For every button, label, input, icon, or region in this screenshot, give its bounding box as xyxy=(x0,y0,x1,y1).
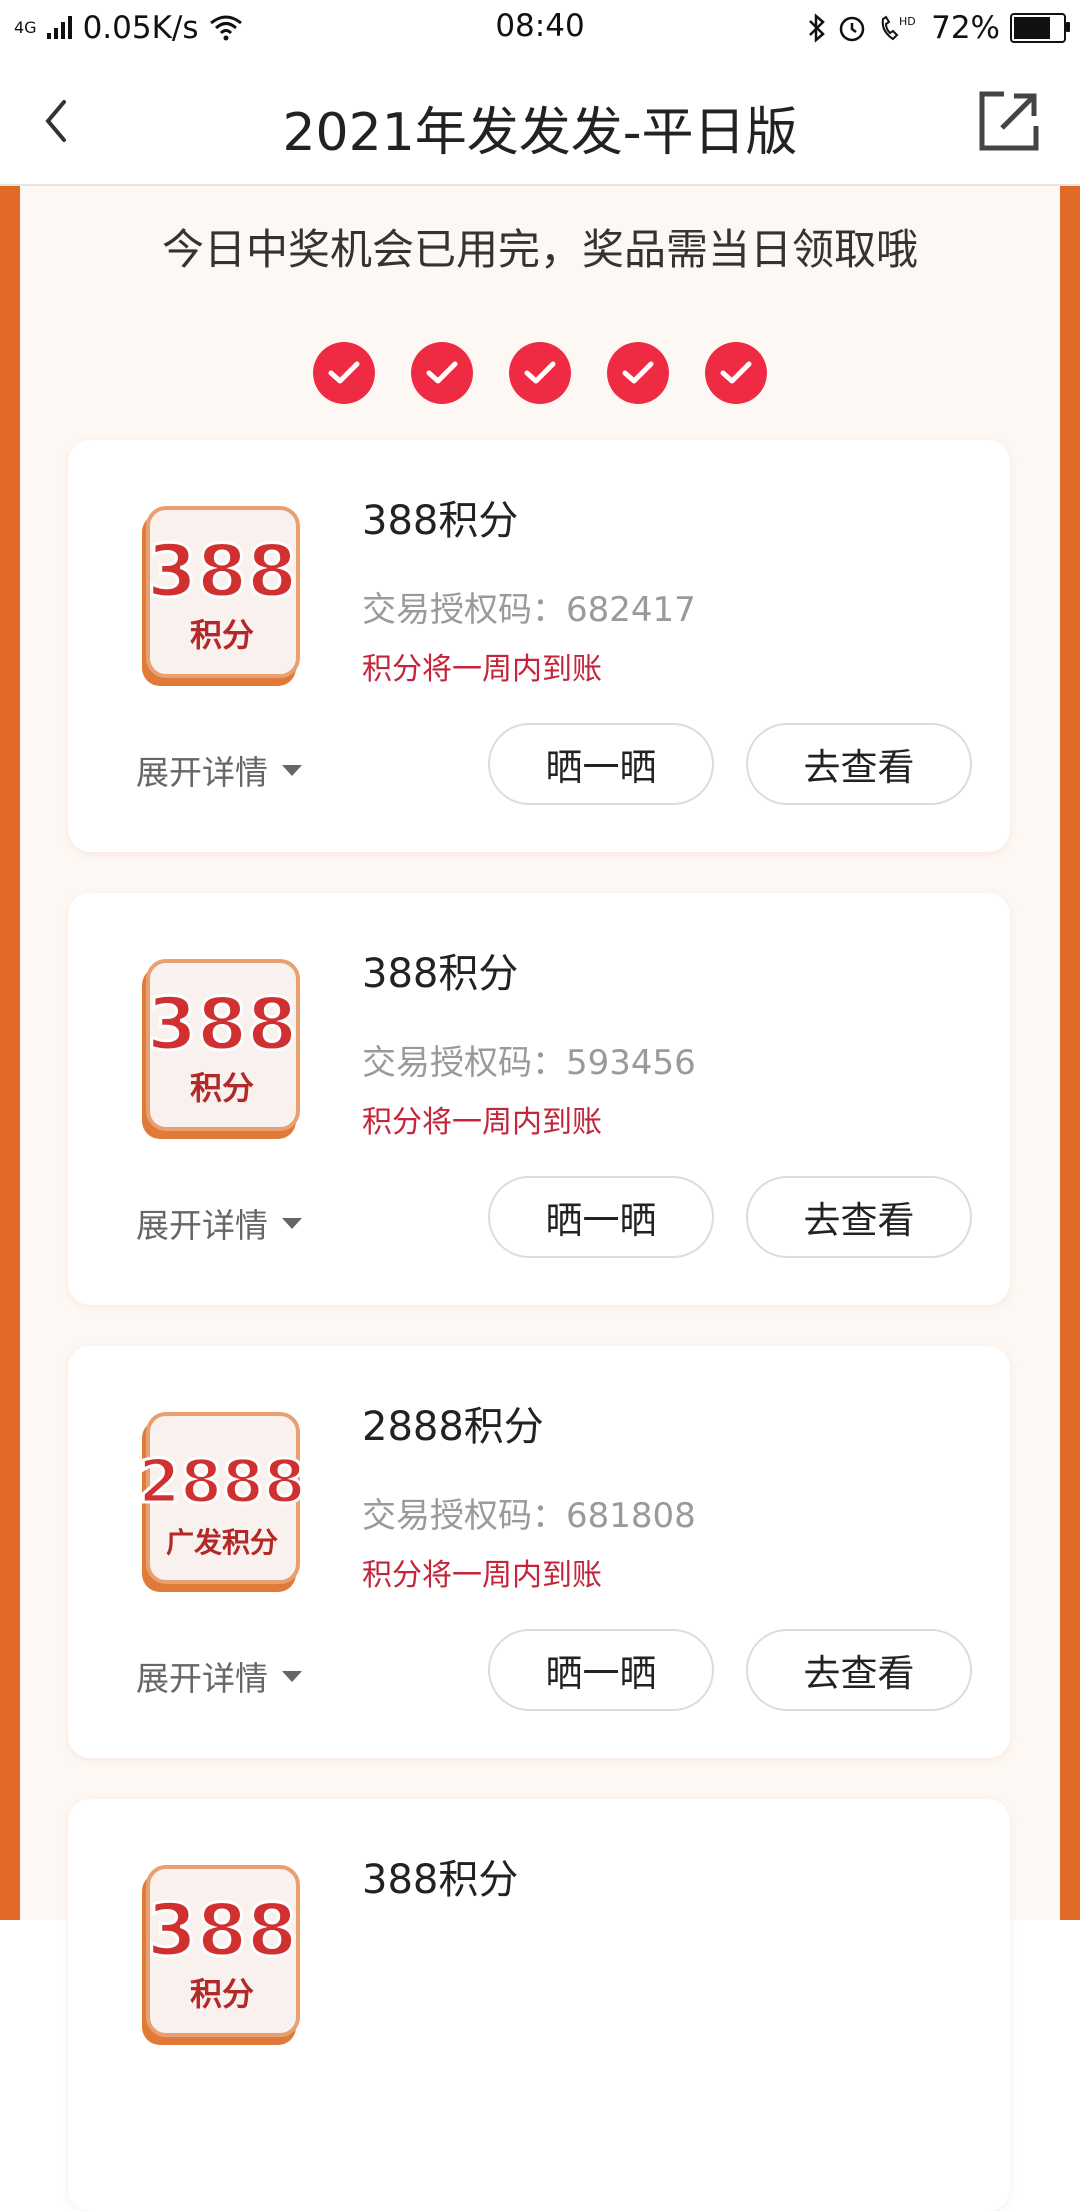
prize-badge-label: 积分 xyxy=(190,1069,254,1107)
prize-name: 2888积分 xyxy=(362,1404,544,1450)
expand-details-toggle[interactable]: 展开详情 xyxy=(136,1199,302,1247)
check-icon xyxy=(313,342,375,404)
prize-card: 388 积分 388积分 交易授权码：593456 积分将一周内到账 展开详情 … xyxy=(68,893,1010,1305)
status-bar: 4G 0.05K/s 08:40 HD 72% xyxy=(0,0,1080,56)
prize-badge-number: 2888 xyxy=(139,1447,306,1517)
prize-card: 388 积分 388积分 xyxy=(68,1799,1010,2211)
prize-name: 388积分 xyxy=(362,951,519,997)
share-prize-button[interactable]: 晒一晒 xyxy=(488,723,714,805)
prize-badge-number: 388 xyxy=(147,982,297,1066)
expand-details-label: 展开详情 xyxy=(136,1659,268,1698)
prize-badge-icon: 388 积分 xyxy=(142,1865,300,2045)
page-title: 2021年发发发-平日版 xyxy=(282,103,798,163)
check-icon xyxy=(607,342,669,404)
view-prize-button[interactable]: 去查看 xyxy=(746,1629,972,1711)
check-icon xyxy=(411,342,473,404)
arrival-note: 积分将一周内到账 xyxy=(362,1105,602,1140)
expand-details-toggle[interactable]: 展开详情 xyxy=(136,746,302,794)
view-prize-button[interactable]: 去查看 xyxy=(746,1176,972,1258)
auth-code: 交易授权码：681808 xyxy=(362,1496,696,1536)
prize-name: 388积分 xyxy=(362,498,519,544)
share-prize-button[interactable]: 晒一晒 xyxy=(488,1629,714,1711)
content-frame: 今日中奖机会已用完，奖品需当日领取哦 388 积分 388积分 交易授权码：68… xyxy=(0,186,1080,2211)
prize-panel: 今日中奖机会已用完，奖品需当日领取哦 388 积分 388积分 交易授权码：68… xyxy=(20,186,1060,2211)
prize-card: 388 积分 388积分 交易授权码：682417 积分将一周内到账 展开详情 … xyxy=(68,440,1010,852)
battery-icon xyxy=(1010,13,1070,43)
prize-badge-number: 388 xyxy=(147,1888,297,1972)
prize-badge-icon: 388 积分 xyxy=(142,959,300,1139)
prize-badge-label: 积分 xyxy=(190,616,254,654)
share-button[interactable] xyxy=(974,86,1044,156)
auth-code: 交易授权码：682417 xyxy=(362,590,696,630)
expand-details-label: 展开详情 xyxy=(136,1206,268,1245)
auth-code: 交易授权码：593456 xyxy=(362,1043,696,1083)
caret-down-icon xyxy=(282,1217,302,1229)
chance-indicators xyxy=(20,342,1060,404)
prize-badge-icon: 2888 广发积分 xyxy=(137,1412,307,1592)
prize-badge-icon: 388 积分 xyxy=(142,506,300,686)
external-link-icon xyxy=(979,91,1039,151)
prize-name: 388积分 xyxy=(362,1857,519,1903)
prize-badge-number: 388 xyxy=(147,529,297,613)
caret-down-icon xyxy=(282,764,302,776)
check-icon xyxy=(705,342,767,404)
clock: 08:40 xyxy=(495,8,585,44)
prize-badge-label: 积分 xyxy=(190,1975,254,2013)
expand-details-label: 展开详情 xyxy=(136,753,268,792)
navigation-bar: 2021年发发发-平日版 xyxy=(0,56,1080,186)
arrival-note: 积分将一周内到账 xyxy=(362,652,602,687)
arrival-note: 积分将一周内到账 xyxy=(362,1558,602,1593)
notice-text: 今日中奖机会已用完，奖品需当日领取哦 xyxy=(161,225,918,274)
expand-details-toggle[interactable]: 展开详情 xyxy=(136,1652,302,1700)
share-prize-button[interactable]: 晒一晒 xyxy=(488,1176,714,1258)
caret-down-icon xyxy=(282,1670,302,1682)
prize-badge-label: 广发积分 xyxy=(166,1526,278,1559)
prize-card: 2888 广发积分 2888积分 交易授权码：681808 积分将一周内到账 展… xyxy=(68,1346,1010,1758)
view-prize-button[interactable]: 去查看 xyxy=(746,723,972,805)
check-icon xyxy=(509,342,571,404)
